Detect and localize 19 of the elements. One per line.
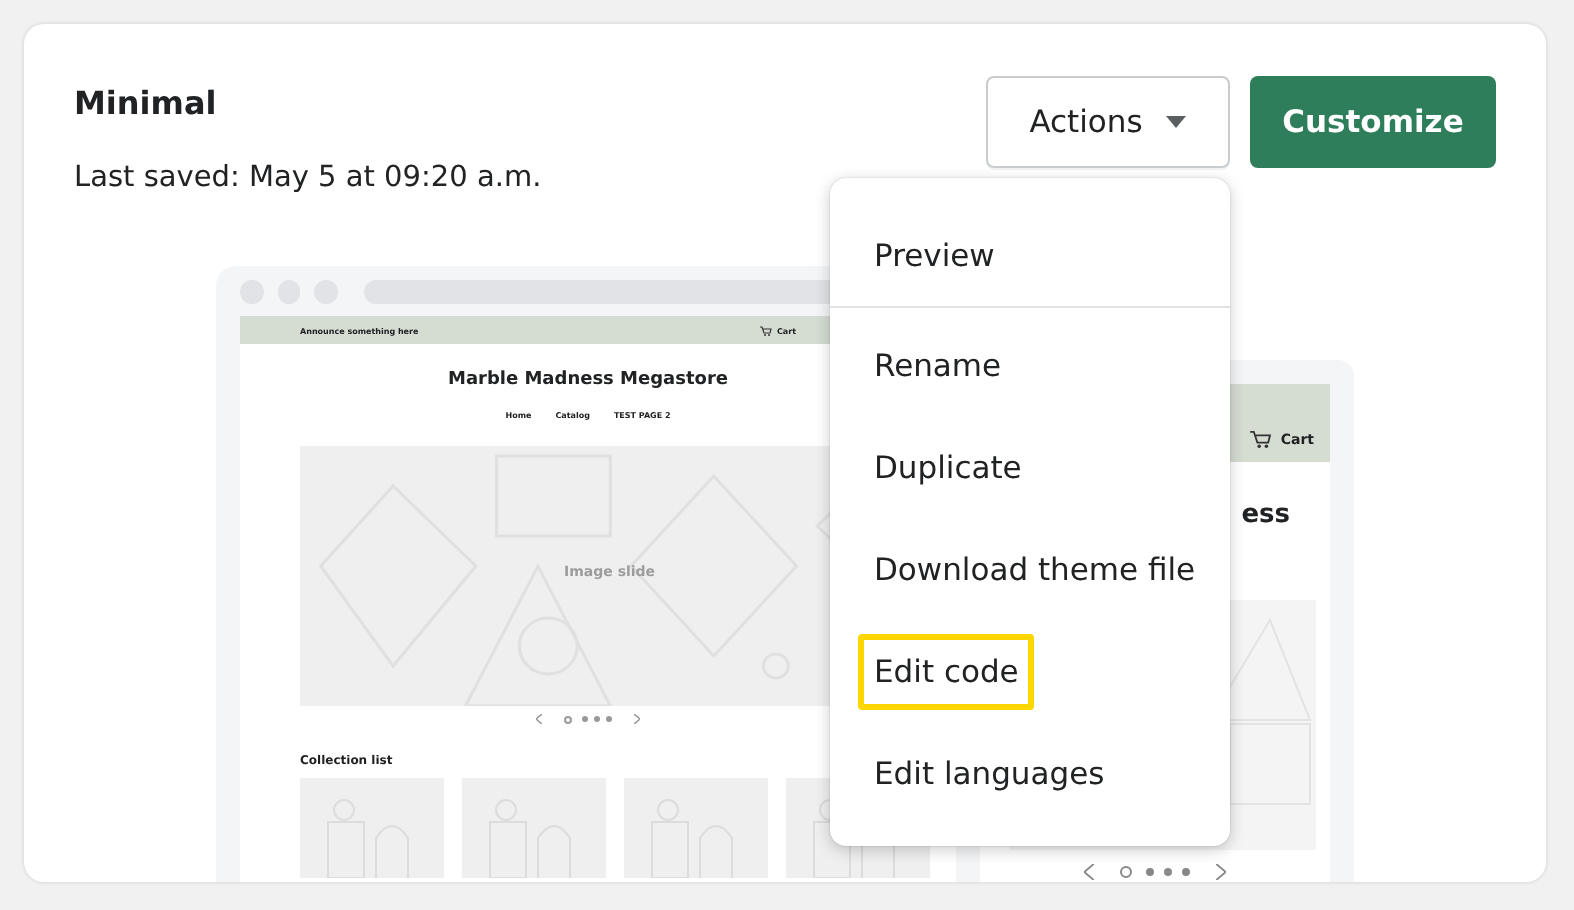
menu-item[interactable]: Download theme file — [858, 531, 1212, 607]
previous-icon — [536, 714, 542, 724]
menu-item[interactable]: Edit languages — [858, 735, 1121, 811]
last-saved-text: Last saved: May 5 at 09:20 a.m. — [74, 162, 542, 194]
customize-button[interactable]: Customize — [1250, 76, 1496, 168]
next-icon — [1216, 864, 1226, 880]
next-icon — [634, 714, 640, 724]
store-name: Marble Madness Megastore — [445, 370, 731, 390]
menu-item[interactable]: Preview — [858, 217, 1011, 293]
cart-icon — [1250, 430, 1273, 448]
menu-item[interactable]: Duplicate — [858, 429, 1038, 505]
previous-icon — [1084, 864, 1094, 880]
actions-button[interactable]: Actions — [986, 76, 1230, 168]
store-name: ess — [1241, 500, 1290, 530]
menu-item[interactable]: Edit code — [858, 633, 1035, 709]
caret-icon — [1166, 116, 1187, 128]
cart-icon — [760, 325, 773, 335]
menu-item[interactable]: Rename — [858, 327, 1018, 403]
theme-name: Minimal — [74, 84, 219, 122]
